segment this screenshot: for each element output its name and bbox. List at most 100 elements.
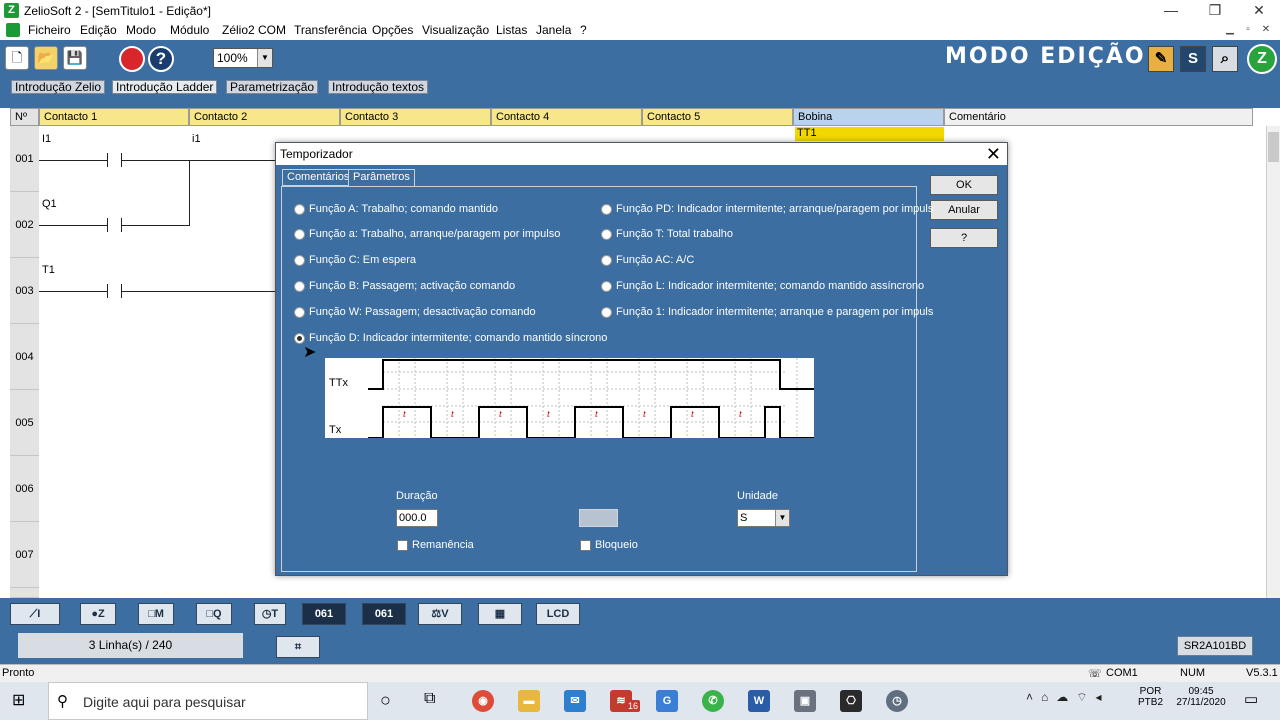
- close-button[interactable]: ✕: [1236, 0, 1280, 21]
- unit-select[interactable]: S ▼: [737, 509, 790, 527]
- menu-opcoes[interactable]: Opções: [372, 23, 413, 37]
- row-number: 006: [10, 456, 39, 522]
- app-circle-icon[interactable]: ◷: [886, 690, 908, 712]
- radio-function-W[interactable]: Função W: Passagem; desactivação comando: [294, 306, 536, 318]
- tray-icons[interactable]: ˄⌂☁⌔◂: [1026, 690, 1110, 705]
- radio-function-D[interactable]: Função D: Indicador intermitente; comand…: [294, 332, 607, 344]
- duration-input-disabled: [579, 509, 618, 527]
- radio-function-T[interactable]: Função T: Total trabalho: [601, 228, 733, 240]
- contact-tool-icon[interactable]: ⟋I: [10, 603, 60, 625]
- radio-function-AC[interactable]: Função AC: A/C: [601, 254, 694, 266]
- language-indicator[interactable]: POR PTB2: [1138, 686, 1163, 708]
- counter-tool-icon[interactable]: 061: [302, 603, 346, 625]
- radio-function-a[interactable]: Função a: Trabalho, arranque/paragem por…: [294, 228, 560, 240]
- scrollbar-thumb[interactable]: [1268, 132, 1279, 162]
- menu-janela[interactable]: Janela: [536, 23, 571, 37]
- chrome-icon[interactable]: ◉: [472, 690, 494, 712]
- fast-counter-tool-icon[interactable]: 061: [362, 603, 406, 625]
- ok-button[interactable]: OK: [930, 175, 998, 195]
- col-header-contact5: Contacto 5: [642, 108, 793, 126]
- col-header-contact4: Contacto 4: [491, 108, 642, 126]
- zoom-select[interactable]: 100% ▼: [213, 48, 273, 68]
- lock-checkbox[interactable]: Bloqueio: [580, 539, 638, 551]
- search-icon[interactable]: ⌕: [1212, 46, 1238, 72]
- contact-label: i1: [192, 133, 201, 145]
- help-icon[interactable]: ?: [148, 46, 174, 72]
- unit-label: Unidade: [737, 490, 778, 502]
- t-marker: t: [403, 409, 406, 420]
- menu-modo[interactable]: Modo: [126, 23, 156, 37]
- radio-function-C[interactable]: Função C: Em espera: [294, 254, 416, 266]
- dialog-title: Temporizador: [280, 147, 353, 161]
- taskbar-search[interactable]: ⚲ Digite aqui para pesquisar: [48, 682, 368, 720]
- radio-function-A[interactable]: Função A: Trabalho; comando mantido: [294, 203, 498, 215]
- radio-function-1[interactable]: Função 1: Indicador intermitente; arranq…: [601, 306, 933, 318]
- app-gray-icon[interactable]: ▣: [794, 690, 816, 712]
- wire: [39, 160, 107, 161]
- radio-label: Função 1: Indicador intermitente; arranq…: [616, 306, 934, 319]
- tab-introducao-ladder[interactable]: Introdução Ladder: [112, 80, 218, 94]
- notifications-icon[interactable]: ▭: [1244, 690, 1258, 708]
- t-marker: t: [739, 409, 742, 420]
- radio-function-L[interactable]: Função L: Indicador intermitente; comand…: [601, 280, 924, 292]
- close-icon[interactable]: ✕: [986, 143, 1001, 165]
- edit-mode-icon[interactable]: ✎: [1148, 46, 1174, 72]
- new-file-icon[interactable]: 🗋: [5, 46, 29, 70]
- file-explorer-icon[interactable]: ▬: [518, 690, 540, 712]
- radio-function-PD[interactable]: Função PD: Indicador intermitente; arran…: [601, 203, 933, 215]
- timing-diagram: t t t t t t t t TTx Tx: [325, 358, 814, 439]
- remanence-checkbox[interactable]: Remanência: [397, 539, 474, 551]
- whatsapp-icon[interactable]: ✆: [702, 690, 724, 712]
- radio-function-B[interactable]: Função B: Passagem; activação comando: [294, 280, 515, 292]
- timer-tool-icon[interactable]: ◷T: [254, 603, 286, 625]
- network-icon[interactable]: ⌗: [276, 636, 320, 658]
- coil-tool-icon[interactable]: ●Z: [80, 603, 116, 625]
- memory-tool-icon[interactable]: □M: [138, 603, 174, 625]
- restore-button[interactable]: ❐: [1192, 0, 1238, 21]
- menu-edicao[interactable]: Edição: [80, 23, 117, 37]
- tab-parameters[interactable]: Parâmetros: [348, 169, 415, 187]
- menu-transferencia[interactable]: Transferência: [294, 23, 367, 37]
- menu-zelio2com[interactable]: Zélio2 COM: [222, 23, 286, 37]
- mdi-minimize-icon[interactable]: ▁: [1222, 22, 1238, 38]
- help-button[interactable]: ?: [930, 228, 998, 248]
- menu-visualizacao[interactable]: Visualização: [422, 23, 489, 37]
- doc-icon: [6, 23, 20, 37]
- app-blue-icon[interactable]: G: [656, 690, 678, 712]
- task-view-icon[interactable]: ⧉: [424, 690, 435, 708]
- open-folder-icon[interactable]: 📂: [34, 46, 58, 70]
- clock[interactable]: 09:45 27/11/2020: [1170, 686, 1232, 708]
- output-tool-icon[interactable]: □Q: [196, 603, 232, 625]
- simulation-button[interactable]: S: [1180, 46, 1206, 72]
- lcd-tool-icon[interactable]: LCD: [536, 603, 580, 625]
- num-lock: NUM: [1180, 667, 1206, 679]
- save-icon[interactable]: 💾: [63, 46, 87, 70]
- tab-comments[interactable]: Comentários: [282, 169, 355, 186]
- clock-date: 27/11/2020: [1176, 697, 1226, 708]
- tab-introducao-zelio[interactable]: Introdução Zelio: [11, 80, 106, 94]
- vertical-scrollbar[interactable]: [1266, 126, 1280, 598]
- calendar-tool-icon[interactable]: ▦: [478, 603, 522, 625]
- minimize-button[interactable]: —: [1148, 0, 1194, 21]
- menu-listas[interactable]: Listas: [496, 23, 527, 37]
- version: V5.3.1: [1246, 667, 1278, 679]
- radio-label: Função W: Passagem; desactivação comando: [309, 306, 536, 319]
- title-bar: Z ZelioSoft 2 - [SemTitulo1 - Edição*]: [0, 0, 1280, 21]
- comparator-tool-icon[interactable]: ⚖V: [418, 603, 462, 625]
- zeliosoft-taskbar-icon[interactable]: ⎔: [840, 690, 862, 712]
- word-icon[interactable]: W: [748, 690, 770, 712]
- cortana-icon[interactable]: ○: [380, 690, 391, 711]
- cancel-button[interactable]: Anular: [930, 200, 998, 220]
- duration-input[interactable]: 000.0: [396, 509, 438, 527]
- menu-help[interactable]: ?: [580, 23, 587, 37]
- menu-modulo[interactable]: Módulo: [170, 23, 209, 37]
- mail-icon[interactable]: ✉: [564, 690, 586, 712]
- wire: [121, 225, 189, 226]
- tab-parametrizacao[interactable]: Parametrização: [226, 80, 319, 94]
- menu-ficheiro[interactable]: Ficheiro: [28, 23, 71, 37]
- tab-introducao-textos[interactable]: Introdução textos: [328, 80, 429, 94]
- windows-start-icon[interactable]: ⊞: [12, 692, 30, 710]
- mdi-restore-icon[interactable]: ▫: [1240, 22, 1256, 38]
- mdi-close-icon[interactable]: ✕: [1258, 22, 1274, 38]
- stop-icon[interactable]: [119, 46, 145, 72]
